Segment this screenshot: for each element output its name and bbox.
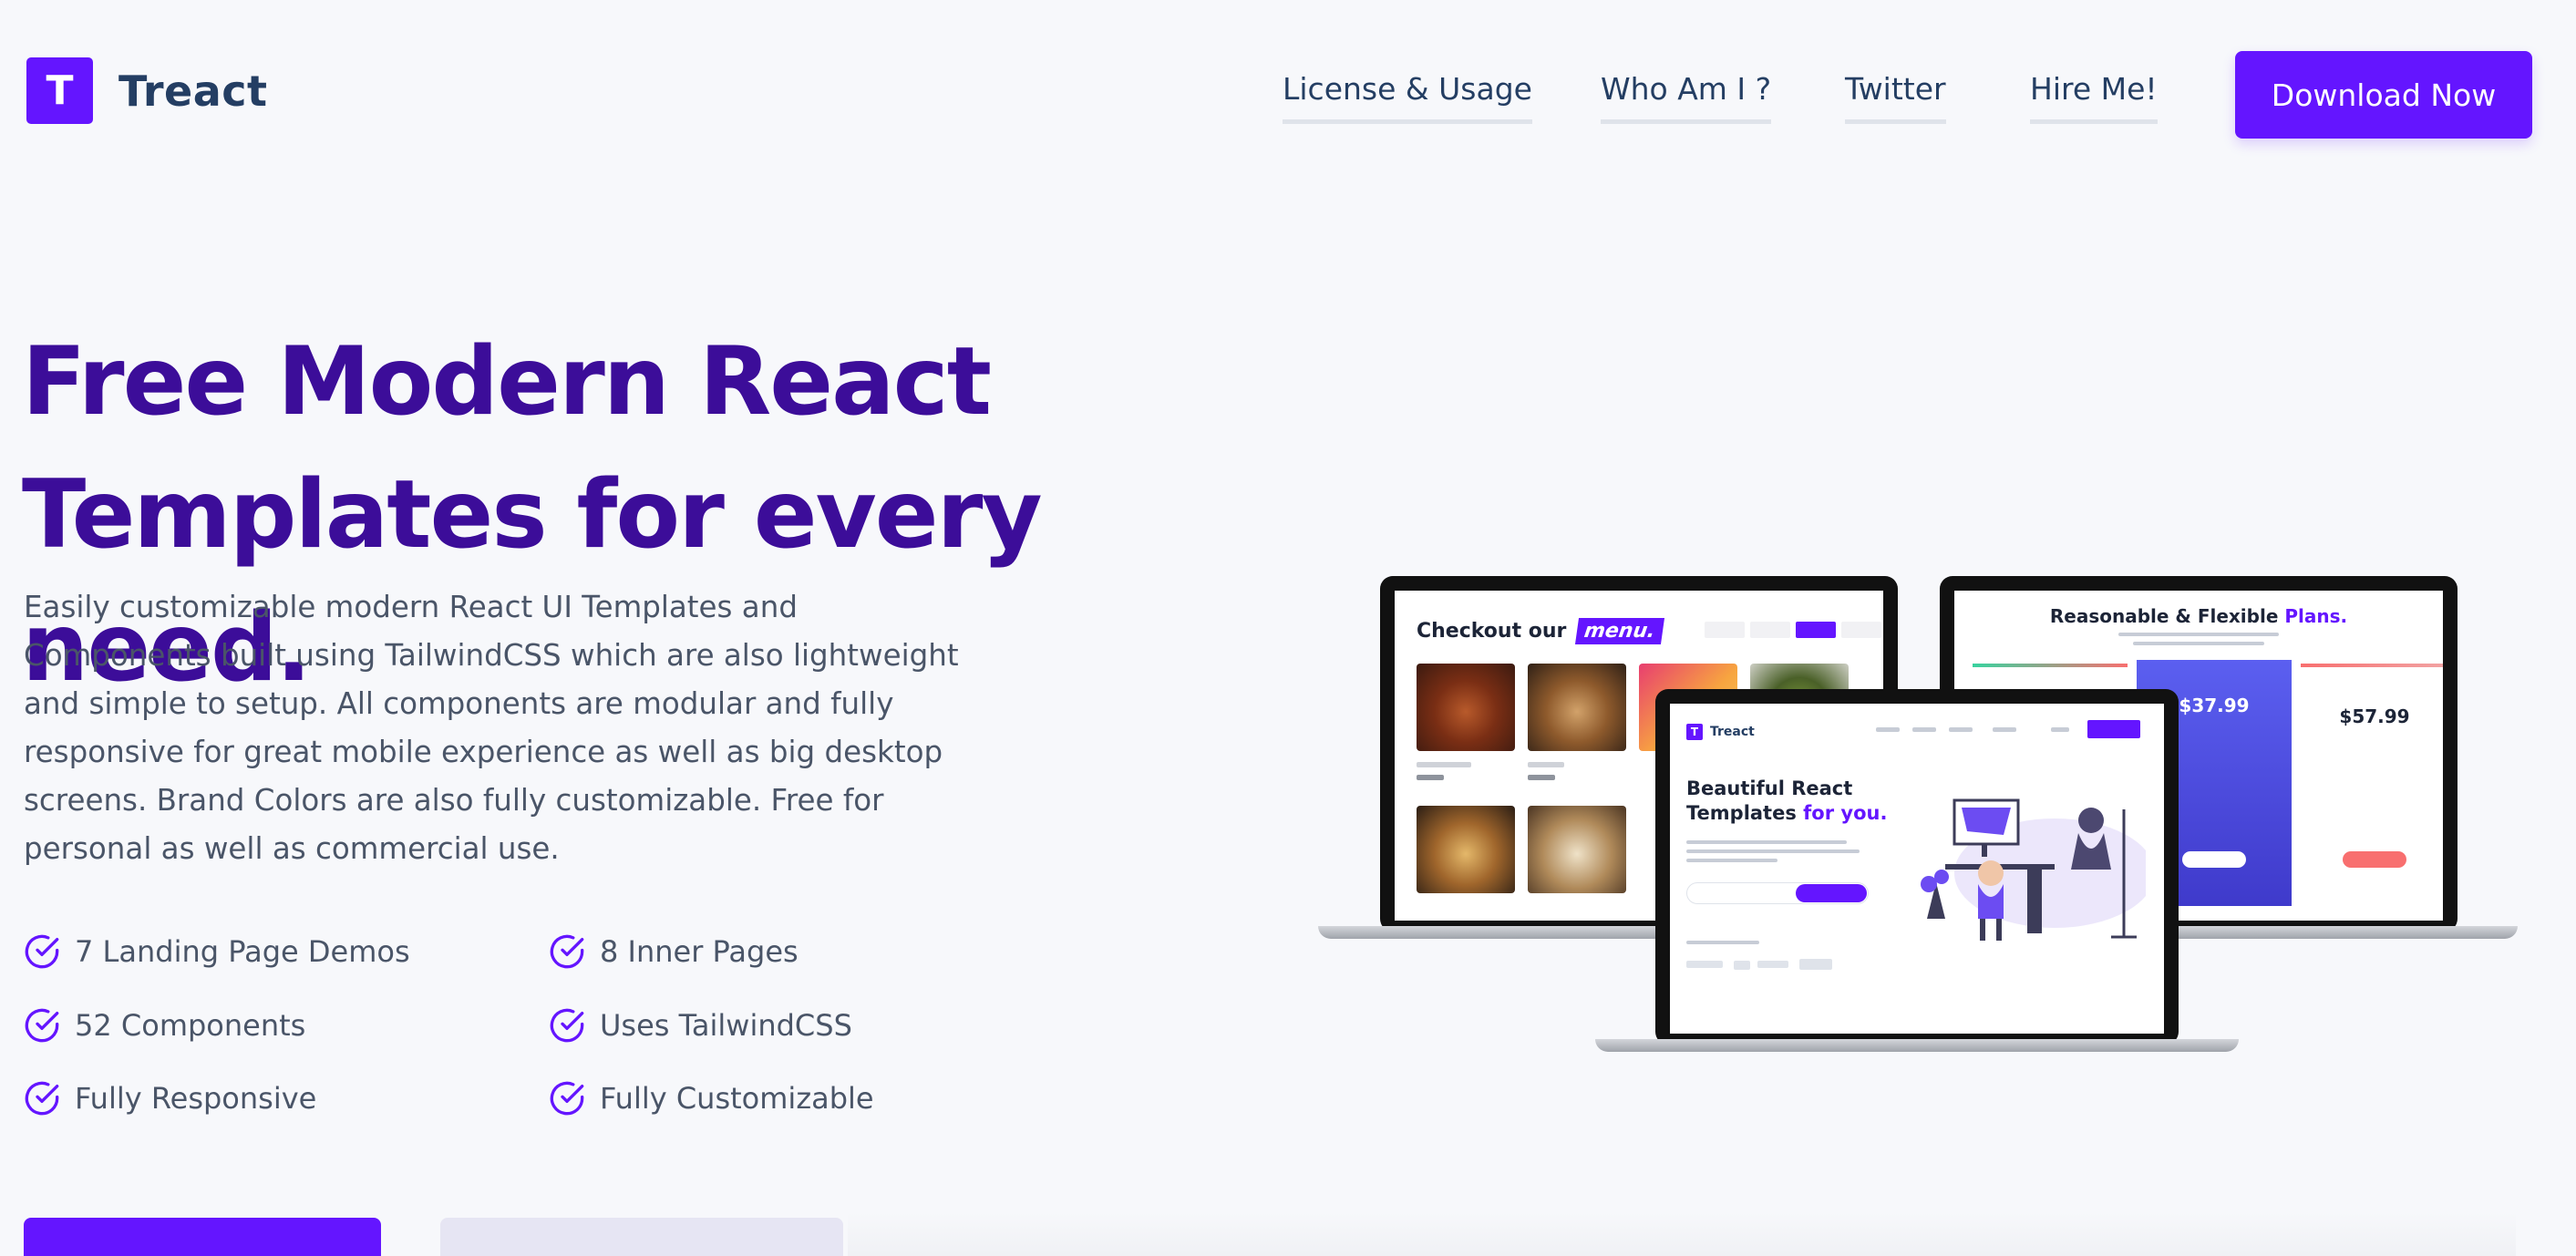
pricing-heading: Reasonable & Flexible Plans.: [1954, 605, 2443, 627]
plan-price: $57.99: [2339, 705, 2410, 727]
check-circle-icon: [25, 1008, 59, 1043]
feature-label: Fully Customizable: [600, 1081, 874, 1116]
secondary-cta-button[interactable]: [440, 1218, 843, 1256]
workspace-illustration: [1921, 798, 2146, 941]
mini-get-started-button: [1796, 884, 1867, 902]
feature-item: 8 Inner Pages: [549, 933, 799, 970]
feature-item: Fully Customizable: [549, 1080, 874, 1117]
feature-item: 52 Components: [24, 1007, 305, 1044]
landing-page-preview: T Treact Beautiful React Templates for y…: [1670, 704, 2164, 1034]
food-image: [1417, 664, 1515, 751]
mini-signup-button: [2087, 720, 2140, 738]
feature-label: Fully Responsive: [75, 1081, 317, 1116]
primary-cta-button[interactable]: [24, 1218, 381, 1256]
nav-twitter[interactable]: Twitter: [1845, 71, 1946, 124]
check-circle-icon: [25, 1081, 59, 1116]
mini-brand: Treact: [1710, 725, 1755, 739]
nav-license-usage[interactable]: License & Usage: [1283, 71, 1532, 124]
mini-logo-icon: T: [1686, 724, 1703, 740]
menu-heading-highlight: menu.: [1575, 618, 1664, 644]
mini-nav: T Treact: [1686, 724, 1755, 740]
logo-icon: T: [26, 57, 93, 124]
brand-logo-link[interactable]: T Treact: [26, 57, 268, 124]
nav-who-am-i[interactable]: Who Am I ?: [1601, 71, 1772, 124]
site-header: T Treact License & Usage Who Am I ? Twit…: [0, 0, 2576, 164]
mini-title-highlight: for you.: [1803, 802, 1888, 824]
laptop-landing-preview: T Treact Beautiful React Templates for y…: [1595, 689, 2239, 1059]
check-circle-icon: [550, 1081, 584, 1116]
menu-heading-text: Checkout our: [1417, 620, 1567, 643]
feature-item: Fully Responsive: [24, 1080, 316, 1117]
feature-label: Uses TailwindCSS: [600, 1008, 852, 1043]
check-circle-icon: [25, 934, 59, 969]
pricing-heading-highlight: Plans.: [2284, 605, 2348, 627]
feature-label: 52 Components: [75, 1008, 306, 1043]
hero-description: Easily customizable modern React UI Temp…: [24, 590, 959, 866]
pricing-heading-text: Reasonable & Flexible: [2049, 605, 2279, 627]
feature-label: 8 Inner Pages: [600, 934, 799, 969]
download-now-button[interactable]: Download Now: [2235, 51, 2532, 139]
nav-hire-me[interactable]: Hire Me!: [2030, 71, 2158, 124]
mini-hero-title: Beautiful React Templates for you.: [1686, 777, 1887, 826]
mini-title-line1: Beautiful React: [1686, 777, 1853, 799]
hero-title-line1: Free Modern React: [22, 327, 992, 437]
menu-heading: Checkout our menu.: [1417, 618, 1664, 644]
pricing-plan: $57.99: [2297, 671, 2443, 917]
mini-title-line2: Templates: [1686, 802, 1797, 824]
check-circle-icon: [550, 1008, 584, 1043]
logo-letter: T: [46, 67, 74, 114]
laptop-screen: T Treact Beautiful React Templates for y…: [1655, 689, 2179, 1045]
feature-label: 7 Landing Page Demos: [75, 934, 410, 969]
section-divider: [848, 1212, 2516, 1256]
check-circle-icon: [550, 934, 584, 969]
menu-tabs: [1705, 622, 1883, 638]
feature-item: Uses TailwindCSS: [549, 1007, 852, 1044]
feature-item: 7 Landing Page Demos: [24, 933, 410, 970]
brand-name: Treact: [118, 66, 268, 116]
food-image: [1417, 806, 1515, 893]
